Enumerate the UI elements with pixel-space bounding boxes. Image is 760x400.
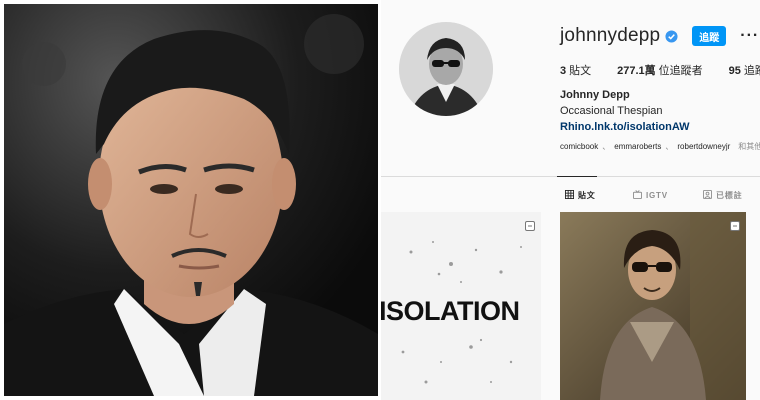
- tab-igtv-label: IGTV: [646, 191, 668, 200]
- verified-badge-icon: [665, 29, 678, 43]
- tagged-icon: [703, 190, 712, 201]
- tagged-user-link[interactable]: comicbook: [560, 142, 598, 151]
- tab-tagged-label: 已標註: [716, 191, 743, 200]
- username: johnnydepp: [560, 25, 661, 46]
- tagged-user-link[interactable]: robertdowneyjr: [677, 142, 730, 151]
- instagram-profile: johnnydepp 追蹤 ··· 3貼文 277.1萬位追蹤者 95追蹤 Jo…: [381, 0, 760, 400]
- full-name: Johnny Depp: [560, 89, 630, 101]
- portrait-photo: [4, 4, 378, 396]
- bio-text: Occasional Thespian: [560, 105, 663, 117]
- tab-posts-label: 貼文: [578, 191, 596, 200]
- post-thumbnail[interactable]: ISOLATION: [381, 212, 541, 400]
- avatar-image: [399, 22, 493, 116]
- following-count[interactable]: 95追蹤: [729, 62, 760, 78]
- bio-link[interactable]: Rhino.lnk.to/isolationAW: [560, 121, 690, 133]
- igtv-icon: [633, 190, 642, 201]
- separator: 、: [665, 142, 674, 151]
- followers-count[interactable]: 277.1萬 位追蹤者: [617, 62, 703, 78]
- more-options-icon[interactable]: ···: [740, 27, 759, 45]
- follow-button[interactable]: 追蹤: [692, 26, 727, 46]
- grid-icon: [565, 190, 574, 201]
- followed-by-row: comicbook 、 emmaroberts 、 robertdowneyjr…: [560, 141, 760, 152]
- avatar[interactable]: [399, 22, 493, 116]
- post-thumbnail[interactable]: [560, 212, 746, 400]
- multiple-photos-icon: [730, 218, 740, 231]
- followed-by-tail: 和其他: [738, 142, 760, 151]
- username-row: johnnydepp 追蹤 ···: [560, 24, 759, 48]
- stats-row: 3貼文 277.1萬位追蹤者 95追蹤: [560, 62, 760, 78]
- post-photo: [560, 212, 746, 400]
- tab-igtv[interactable]: IGTV: [633, 190, 668, 201]
- posts-count: 3 貼文: [560, 65, 592, 77]
- active-tab-indicator: [557, 176, 597, 177]
- tagged-user-link[interactable]: emmaroberts: [614, 142, 661, 151]
- tab-tagged[interactable]: 已標註: [703, 190, 742, 201]
- portrait-illustration: [4, 4, 378, 396]
- separator: 、: [602, 142, 611, 151]
- tab-posts[interactable]: 貼文: [565, 190, 596, 201]
- multiple-photos-icon: [525, 218, 535, 231]
- post-title: ISOLATION: [381, 296, 520, 326]
